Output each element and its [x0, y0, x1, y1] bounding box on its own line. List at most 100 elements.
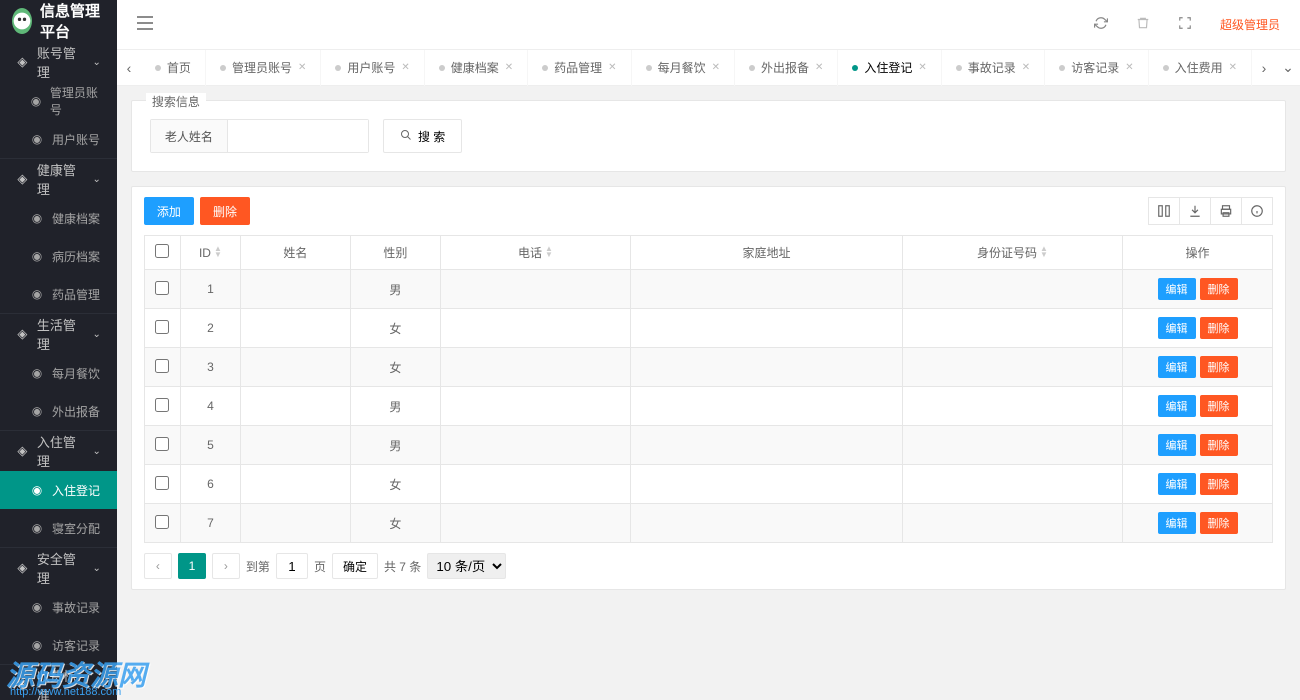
tab-3[interactable]: 健康档案✕	[425, 50, 528, 86]
row-checkbox[interactable]	[155, 437, 169, 451]
goto-confirm[interactable]: 确定	[332, 553, 378, 579]
goto-input[interactable]	[276, 553, 308, 579]
page-size-select[interactable]: 10 条/页	[427, 553, 506, 579]
close-icon[interactable]: ✕	[401, 62, 409, 73]
sidebar-item-3-0[interactable]: ◉入住登记	[0, 471, 117, 509]
edit-button[interactable]: 编辑	[1158, 317, 1196, 339]
row-checkbox[interactable]	[155, 476, 169, 490]
user-role[interactable]: 超级管理员	[1220, 16, 1280, 33]
sidebar-item-4-0[interactable]: ◉事故记录	[0, 588, 117, 626]
prev-page[interactable]: ‹	[144, 553, 172, 579]
col-id[interactable]: ID	[199, 246, 211, 260]
next-page[interactable]: ›	[212, 553, 240, 579]
sidebar-item-2-1[interactable]: ◉外出报备	[0, 392, 117, 430]
search-button-label: 搜 索	[418, 128, 445, 145]
close-icon[interactable]: ✕	[298, 62, 306, 73]
close-icon[interactable]: ✕	[1022, 62, 1030, 73]
tab-2[interactable]: 用户账号✕	[321, 50, 424, 86]
fullscreen-icon[interactable]	[1178, 16, 1192, 33]
edit-button[interactable]: 编辑	[1158, 356, 1196, 378]
menu-group-3[interactable]: ◈入住管理⌄	[0, 431, 117, 471]
dashboard-icon: ◉	[30, 600, 44, 614]
menu-group-2[interactable]: ◈生活管理⌄	[0, 314, 117, 354]
sort-icon[interactable]: ▲▼	[545, 246, 553, 258]
refresh-icon[interactable]	[1094, 16, 1108, 33]
page-1[interactable]: 1	[178, 553, 206, 579]
edit-button[interactable]: 编辑	[1158, 473, 1196, 495]
close-icon[interactable]: ✕	[505, 62, 513, 73]
edit-button[interactable]: 编辑	[1158, 512, 1196, 534]
sidebar-item-1-1[interactable]: ◉病历档案	[0, 237, 117, 275]
menu-group-4[interactable]: ◈安全管理⌄	[0, 548, 117, 588]
delete-icon[interactable]	[1136, 16, 1150, 33]
close-icon[interactable]: ✕	[1125, 62, 1133, 73]
row-delete-button[interactable]: 删除	[1200, 317, 1238, 339]
tab-8[interactable]: 事故记录✕	[942, 50, 1045, 86]
print-icon[interactable]	[1210, 197, 1242, 225]
tab-0[interactable]: 首页	[141, 50, 206, 86]
tab-9[interactable]: 访客记录✕	[1045, 50, 1148, 86]
table-row: 4男编辑删除	[144, 387, 1272, 426]
tab-7[interactable]: 入住登记✕	[838, 50, 941, 86]
search-button[interactable]: 搜 索	[383, 119, 462, 153]
tab-10[interactable]: 入住费用✕	[1149, 50, 1252, 86]
name-input[interactable]	[228, 120, 368, 152]
menu-group-0[interactable]: ◈账号管理⌄	[0, 42, 117, 82]
row-checkbox[interactable]	[155, 281, 169, 295]
row-delete-button[interactable]: 删除	[1200, 395, 1238, 417]
sidebar-item-4-1[interactable]: ◉访客记录	[0, 626, 117, 664]
close-icon[interactable]: ✕	[815, 62, 823, 73]
tab-dot-icon	[646, 65, 652, 71]
cell-idcard	[903, 465, 1123, 504]
tabs-scroll-left[interactable]: ‹	[117, 50, 141, 86]
menu-toggle-icon[interactable]	[137, 16, 153, 33]
add-button[interactable]: 添加	[144, 197, 194, 225]
sort-icon[interactable]: ▲▼	[214, 246, 222, 258]
close-icon[interactable]: ✕	[712, 62, 720, 73]
table-row: 3女编辑删除	[144, 348, 1272, 387]
search-legend: 搜索信息	[146, 93, 206, 110]
select-all-checkbox[interactable]	[155, 244, 169, 258]
sidebar-item-1-2[interactable]: ◉药品管理	[0, 275, 117, 313]
sidebar-item-2-0[interactable]: ◉每月餐饮	[0, 354, 117, 392]
row-delete-button[interactable]: 删除	[1200, 473, 1238, 495]
tab-4[interactable]: 药品管理✕	[528, 50, 631, 86]
edit-button[interactable]: 编辑	[1158, 434, 1196, 456]
row-checkbox[interactable]	[155, 320, 169, 334]
row-checkbox[interactable]	[155, 359, 169, 373]
edit-button[interactable]: 编辑	[1158, 278, 1196, 300]
tabs-scroll-right[interactable]: ›	[1252, 50, 1276, 86]
col-idcard[interactable]: 身份证号码	[977, 246, 1037, 260]
columns-icon[interactable]	[1148, 197, 1180, 225]
sidebar-header: 信息管理平台	[0, 0, 117, 42]
sidebar-item-0-1[interactable]: ◉用户账号	[0, 120, 117, 158]
table-row: 5男编辑删除	[144, 426, 1272, 465]
menu-group-5[interactable]: ◈收费标准⌄	[0, 665, 117, 700]
tabs-dropdown[interactable]: ⌄	[1276, 50, 1300, 86]
info-icon[interactable]	[1241, 197, 1273, 225]
export-icon[interactable]	[1179, 197, 1211, 225]
col-phone[interactable]: 电话	[518, 246, 542, 260]
row-checkbox[interactable]	[155, 398, 169, 412]
tab-5[interactable]: 每月餐饮✕	[632, 50, 735, 86]
row-delete-button[interactable]: 删除	[1200, 356, 1238, 378]
close-icon[interactable]: ✕	[918, 62, 926, 73]
row-delete-button[interactable]: 删除	[1200, 434, 1238, 456]
tab-6[interactable]: 外出报备✕	[735, 50, 838, 86]
batch-delete-button[interactable]: 删除	[200, 197, 250, 225]
search-panel: 搜索信息 老人姓名 搜 索	[131, 100, 1286, 172]
close-icon[interactable]: ✕	[1229, 62, 1237, 73]
tab-1[interactable]: 管理员账号✕	[206, 50, 321, 86]
menu-icon: ◈	[16, 444, 29, 458]
row-checkbox[interactable]	[155, 515, 169, 529]
sidebar-item-0-0[interactable]: ◉管理员账号	[0, 82, 117, 120]
sort-icon[interactable]: ▲▼	[1040, 246, 1048, 258]
row-delete-button[interactable]: 删除	[1200, 278, 1238, 300]
row-delete-button[interactable]: 删除	[1200, 512, 1238, 534]
tab-dot-icon	[1163, 65, 1169, 71]
sidebar-item-3-1[interactable]: ◉寝室分配	[0, 509, 117, 547]
close-icon[interactable]: ✕	[608, 62, 616, 73]
sidebar-item-1-0[interactable]: ◉健康档案	[0, 199, 117, 237]
edit-button[interactable]: 编辑	[1158, 395, 1196, 417]
menu-group-1[interactable]: ◈健康管理⌄	[0, 159, 117, 199]
